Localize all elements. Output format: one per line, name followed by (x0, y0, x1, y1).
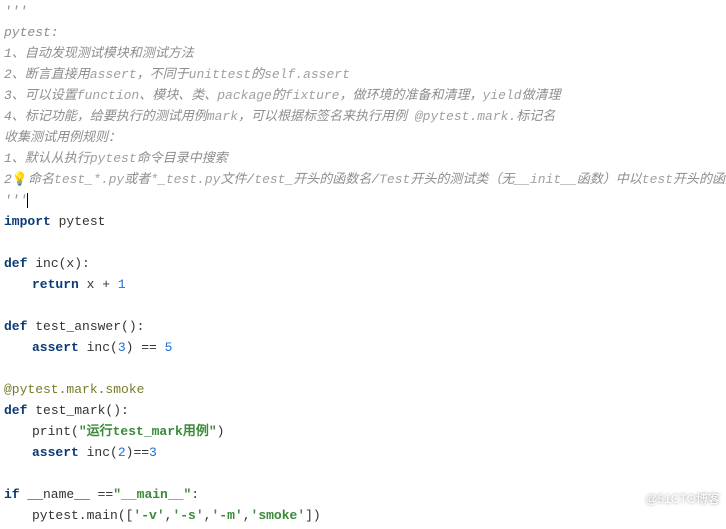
docstring-title: pytest: (4, 23, 722, 44)
docstring-close: ''' (4, 191, 722, 212)
def-test-answer: def test_answer(): (4, 317, 722, 338)
docstring-l6: 1、默认从执行pytest命令目录中搜索 (4, 149, 722, 170)
blank-line (4, 296, 722, 317)
pytest-main-call: pytest.main(['-v','-s','-m','smoke']) (4, 506, 722, 527)
import-line: import pytest (4, 212, 722, 233)
watermark-text: @51CTO博客 (645, 490, 720, 509)
blank-line (4, 233, 722, 254)
blank-line (4, 464, 722, 485)
def-inc: def inc(x): (4, 254, 722, 275)
docstring-l1: 1、自动发现测试模块和测试方法 (4, 44, 722, 65)
docstring-l4: 4、标记功能，给要执行的测试用例mark，可以根据标签名来执行用例 @pytes… (4, 107, 722, 128)
blank-line (4, 359, 722, 380)
docstring-l3: 3、可以设置function、模块、类、package的fixture，做环境的… (4, 86, 722, 107)
text-cursor (27, 193, 28, 208)
docstring-l5: 收集测试用例规则： (4, 128, 722, 149)
lightbulb-icon: 💡 (12, 172, 28, 187)
assert-line-1: assert inc(3) == 5 (4, 338, 722, 359)
assert-line-2: assert inc(2)==3 (4, 443, 722, 464)
return-line: return x + 1 (4, 275, 722, 296)
docstring-open: ''' (4, 2, 722, 23)
docstring-l7: 2💡命名test_*.py或者*_test.py文件/test_开头的函数名/T… (4, 170, 722, 191)
decorator: @pytest.mark.smoke (4, 380, 722, 401)
docstring-l2: 2、断言直接用assert，不同于unittest的self.assert (4, 65, 722, 86)
code-editor[interactable]: ''' pytest: 1、自动发现测试模块和测试方法 2、断言直接用asser… (0, 0, 726, 529)
if-main: if __name__ =="__main__": (4, 485, 722, 506)
print-line: print("运行test_mark用例") (4, 422, 722, 443)
def-test-mark: def test_mark(): (4, 401, 722, 422)
